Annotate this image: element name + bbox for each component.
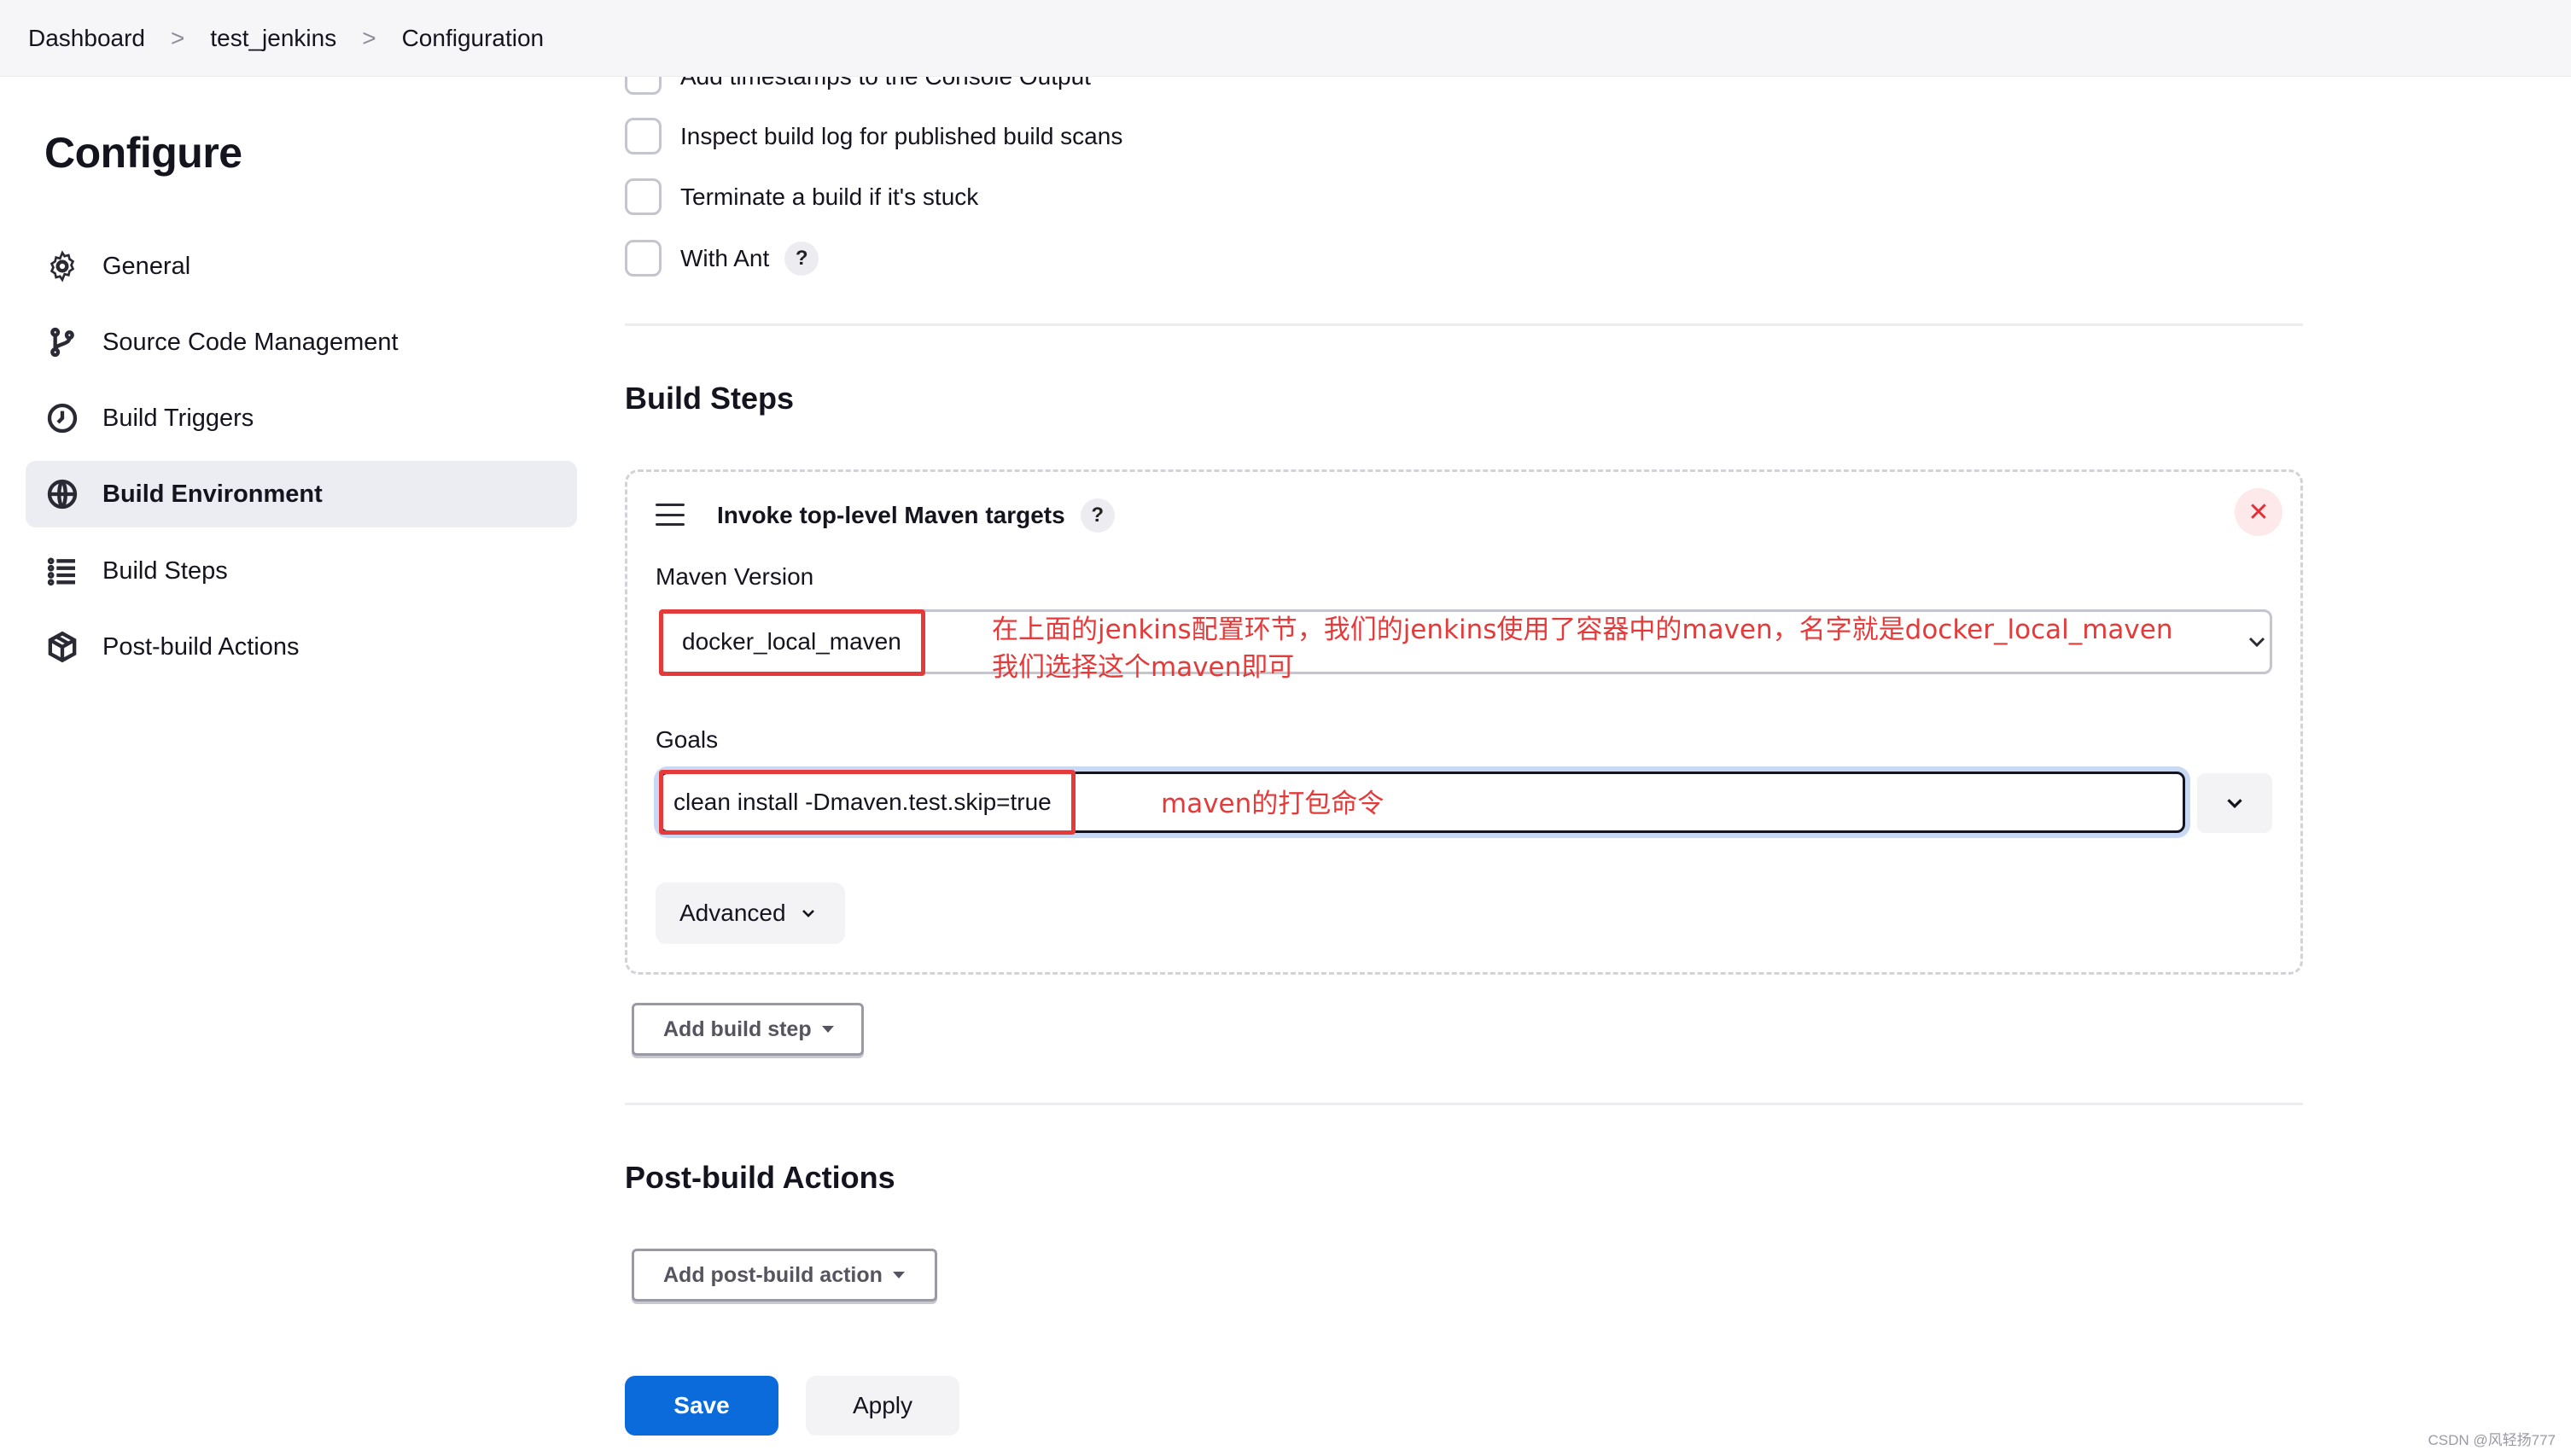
option-with-ant[interactable]: With Ant ? [625,240,819,277]
option-label: Terminate a build if it's stuck [680,183,979,210]
build-step-title-text: Invoke top-level Maven targets [717,502,1065,528]
chevron-down-icon [802,910,814,917]
add-post-build-action-button[interactable]: Add post-build action [632,1249,937,1302]
sidebar-item-general[interactable]: General [26,233,577,300]
annotation-box-maven-version [659,609,925,676]
breadcrumb-chevron-icon: > [362,24,376,51]
goals-label: Goals [656,726,719,753]
apply-button[interactable]: Apply [806,1376,959,1436]
expand-goals-button[interactable] [2197,773,2272,833]
advanced-button[interactable]: Advanced [656,882,845,944]
maven-version-label: Maven Version [656,563,814,590]
option-label: With Ant [680,244,770,271]
list-icon [44,553,80,589]
breadcrumb-chevron-icon: > [170,24,185,51]
sidebar-item-label: General [102,252,191,280]
remove-step-button[interactable]: ✕ [2235,488,2282,536]
add-build-step-label: Add build step [663,1016,812,1041]
post-build-heading: Post-build Actions [625,1160,895,1195]
section-divider [625,323,2303,326]
clock-icon [44,400,80,436]
add-build-step-button[interactable]: Add build step [632,1003,864,1056]
breadcrumb-dashboard[interactable]: Dashboard [28,25,145,52]
section-divider [625,1103,2303,1105]
sidebar-item-source-code[interactable]: Source Code Management [26,309,577,376]
sidebar-item-build-steps[interactable]: Build Steps [26,538,577,604]
breadcrumb-configuration[interactable]: Configuration [402,25,545,52]
sidebar-item-label: Build Triggers [102,404,254,432]
sidebar-item-label: Source Code Management [102,328,399,356]
package-icon [44,629,80,665]
checkbox[interactable] [625,178,662,215]
caret-down-icon [892,1272,905,1278]
caret-down-icon [821,1026,834,1033]
build-step-title: Invoke top-level Maven targets ? [717,498,1115,533]
checkbox[interactable] [625,240,662,277]
add-post-build-label: Add post-build action [663,1262,883,1287]
annotation-goals-note: maven的打包命令 [1161,789,1385,819]
annotation-maven-line2: 我们选择这个maven即可 [992,652,1295,683]
page-title: Configure [44,129,242,177]
checkbox[interactable] [625,118,662,154]
maven-build-step-card [625,469,2303,975]
sidebar-item-label: Build Steps [102,556,228,585]
option-terminate-stuck[interactable]: Terminate a build if it's stuck [625,178,978,215]
advanced-label: Advanced [679,900,786,926]
save-button[interactable]: Save [625,1376,778,1436]
chevron-down-icon [2227,799,2242,809]
help-icon[interactable]: ? [784,241,819,276]
sidebar-item-label: Post-build Actions [102,632,300,661]
breadcrumb-job[interactable]: test_jenkins [210,25,336,52]
drag-handle-icon[interactable] [656,504,685,526]
gear-icon [44,248,80,284]
branch-icon [44,324,80,360]
breadcrumb-bar-overlay: Dashboard > test_jenkins > Configuration [0,0,2571,77]
option-inspect-build-log[interactable]: Inspect build log for published build sc… [625,118,1122,154]
sidebar-item-build-environment[interactable]: Build Environment [26,461,577,527]
sidebar-item-label: Build Environment [102,480,323,508]
watermark: CSDN @风轻扬777 [2428,1432,2556,1448]
build-steps-heading: Build Steps [625,381,795,416]
sidebar-item-build-triggers[interactable]: Build Triggers [26,385,577,451]
annotation-box-goals [659,770,1076,835]
annotation-maven-line1: 在上面的jenkins配置环节，我们的jenkins使用了容器中的maven，名… [992,614,2173,645]
sidebar-item-post-build-actions[interactable]: Post-build Actions [26,614,577,680]
globe-icon [44,476,80,512]
chevron-down-icon [2248,637,2265,648]
help-icon[interactable]: ? [1080,498,1115,533]
option-label: Inspect build log for published build sc… [680,122,1123,149]
